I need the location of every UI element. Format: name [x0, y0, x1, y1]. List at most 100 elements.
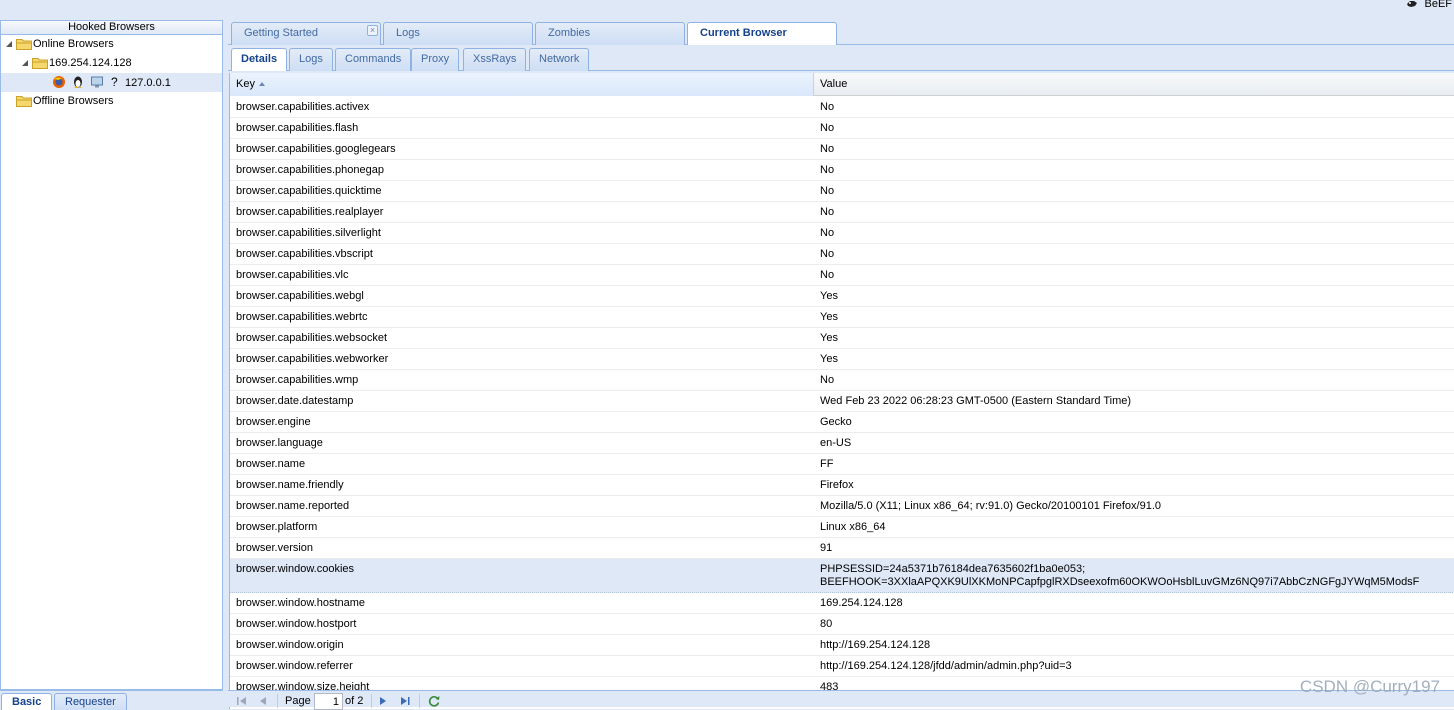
key-cell: browser.capabilities.activex — [236, 101, 370, 113]
table-row[interactable]: browser.capabilities.quicktime No — [230, 181, 1454, 202]
table-row[interactable]: browser.capabilities.vbscript No — [230, 244, 1454, 265]
separator — [419, 694, 420, 708]
unknown-os-icon: ? — [111, 75, 118, 89]
panel-title: Hooked Browsers — [1, 21, 222, 35]
subtab-network[interactable]: Network — [529, 48, 590, 71]
table-row[interactable]: browser.capabilities.webrtc Yes — [230, 307, 1454, 328]
key-cell: browser.window.origin — [236, 639, 344, 651]
table-row[interactable]: browser.language en-US — [230, 433, 1454, 454]
value-cell: Firefox — [820, 479, 854, 491]
table-row[interactable]: browser.window.origin http://169.254.124.… — [230, 635, 1454, 656]
page-number-input[interactable]: 1 — [314, 693, 343, 710]
table-row[interactable]: browser.name.friendly Firefox — [230, 475, 1454, 496]
column-header-key[interactable]: Key — [230, 73, 814, 96]
next-page-icon[interactable] — [376, 694, 390, 708]
expanded-arrow-icon[interactable] — [5, 40, 13, 48]
table-row[interactable]: browser.capabilities.realplayer No — [230, 202, 1454, 223]
value-cell: PHPSESSID=24a5371b76184dea7635602f1ba0e0… — [814, 559, 1454, 589]
tree-node-host[interactable]: 169.254.124.128 — [1, 54, 222, 73]
tab-logs[interactable]: Logs — [383, 22, 533, 45]
key-cell: browser.capabilities.webgl — [236, 290, 364, 302]
key-cell: browser.capabilities.phonegap — [236, 164, 384, 176]
grid-header: Key Value — [230, 73, 1454, 96]
watermark: CSDN @Curry197 — [1299, 677, 1440, 696]
table-row[interactable]: browser.capabilities.activex No — [230, 97, 1454, 118]
prev-page-icon[interactable] — [256, 694, 270, 708]
value-cell: Yes — [820, 311, 838, 323]
key-cell: browser.version — [236, 542, 314, 554]
table-row[interactable]: browser.capabilities.flash No — [230, 118, 1454, 139]
column-header-value[interactable]: Value — [814, 73, 1454, 96]
value-cell: No — [820, 122, 835, 134]
tab-current-browser[interactable]: Current Browser — [687, 22, 837, 46]
close-icon[interactable]: × — [367, 25, 378, 36]
key-cell: browser.name.friendly — [236, 479, 344, 491]
table-row[interactable]: browser.capabilities.googlegears No — [230, 139, 1454, 160]
key-cell: browser.name — [236, 458, 306, 470]
beef-logo-icon — [1407, 1, 1418, 7]
table-row[interactable]: browser.date.datestamp Wed Feb 23 2022 06… — [230, 391, 1454, 412]
value-cell: No — [820, 164, 835, 176]
key-cell: browser.name.reported — [236, 500, 350, 512]
tree-node-online-browsers[interactable]: Online Browsers — [1, 35, 222, 54]
key-cell: browser.capabilities.webworker — [236, 353, 389, 365]
table-row[interactable]: browser.name.reported Mozilla/5.0 (X11; L… — [230, 496, 1454, 517]
table-row[interactable]: browser.name FF — [230, 454, 1454, 475]
table-row[interactable]: browser.capabilities.wmp No — [230, 370, 1454, 391]
tree-node-browser[interactable]: ? 127.0.0.1 — [1, 73, 222, 92]
table-row[interactable]: browser.platform Linux x86_64 — [230, 517, 1454, 538]
tab-basic[interactable]: Basic — [1, 693, 53, 710]
table-row[interactable]: browser.capabilities.webworker Yes — [230, 349, 1454, 370]
tab-zombies[interactable]: Zombies — [535, 22, 685, 45]
key-cell: browser.window.referrer — [236, 660, 353, 672]
tree-node-offline-browsers[interactable]: Offline Browsers — [1, 92, 222, 111]
subtab-proxy[interactable]: Proxy — [411, 48, 460, 71]
value-cell: No — [820, 206, 835, 218]
table-row[interactable]: browser.window.hostport 80 — [230, 614, 1454, 635]
subtab-commands[interactable]: Commands — [335, 48, 412, 71]
subtab-details[interactable]: Details — [231, 48, 288, 71]
table-row[interactable]: browser.capabilities.webgl Yes — [230, 286, 1454, 307]
separator — [371, 694, 372, 708]
value-cell: Yes — [820, 353, 838, 365]
table-row[interactable]: browser.window.hostname 169.254.124.128 — [230, 593, 1454, 614]
firefox-icon — [53, 76, 65, 88]
value-cell: No — [820, 269, 835, 281]
key-cell: browser.capabilities.realplayer — [236, 206, 384, 218]
value-cell: No — [820, 185, 835, 197]
page-count-label: of 2 — [345, 695, 364, 707]
value-cell: 169.254.124.128 — [820, 597, 903, 609]
tab-requester[interactable]: Requester — [54, 693, 127, 710]
table-row[interactable]: browser.engine Gecko — [230, 412, 1454, 433]
grid-body: browser.capabilities.activex No browser.c… — [230, 97, 1454, 698]
value-cell: No — [820, 143, 835, 155]
value-cell: Yes — [820, 332, 838, 344]
paging-toolbar: Page 1 of 2 — [228, 690, 1454, 710]
main-tabs: Getting Started × Logs Zombies Current B… — [228, 20, 1454, 46]
expanded-arrow-icon[interactable] — [21, 59, 29, 67]
refresh-icon[interactable] — [427, 694, 441, 708]
table-row-selected[interactable]: browser.window.cookies PHPSESSID=24a5371… — [230, 559, 1454, 593]
table-row[interactable]: browser.capabilities.phonegap No — [230, 160, 1454, 181]
column-key-label: Key — [236, 78, 255, 90]
table-row[interactable]: browser.capabilities.silverlight No — [230, 223, 1454, 244]
key-cell: browser.window.cookies — [236, 563, 355, 575]
browser-subtabs: Details Logs Commands Proxy XssRays Netw… — [228, 45, 1454, 71]
table-row[interactable]: browser.capabilities.websocket Yes — [230, 328, 1454, 349]
subtab-xssrays[interactable]: XssRays — [463, 48, 527, 71]
first-page-icon[interactable] — [235, 694, 249, 708]
key-cell: browser.language — [236, 437, 323, 449]
tab-getting-started[interactable]: Getting Started × — [231, 22, 381, 45]
brand: BeEF — [1406, 0, 1454, 12]
folder-open-icon — [32, 58, 48, 69]
table-row[interactable]: browser.version 91 — [230, 538, 1454, 559]
page-label: Page — [285, 695, 311, 707]
subtab-logs[interactable]: Logs — [289, 48, 333, 71]
tree-label-offline: Offline Browsers — [33, 95, 114, 107]
last-page-icon[interactable] — [398, 694, 412, 708]
value-cell: Linux x86_64 — [820, 521, 886, 533]
table-row[interactable]: browser.capabilities.vlc No — [230, 265, 1454, 286]
table-row[interactable]: browser.window.referrer http://169.254.12… — [230, 656, 1454, 677]
value-cell: Mozilla/5.0 (X11; Linux x86_64; rv:91.0)… — [820, 500, 1161, 512]
details-grid: Key Value browser.capabilities.activex No… — [229, 73, 1454, 709]
